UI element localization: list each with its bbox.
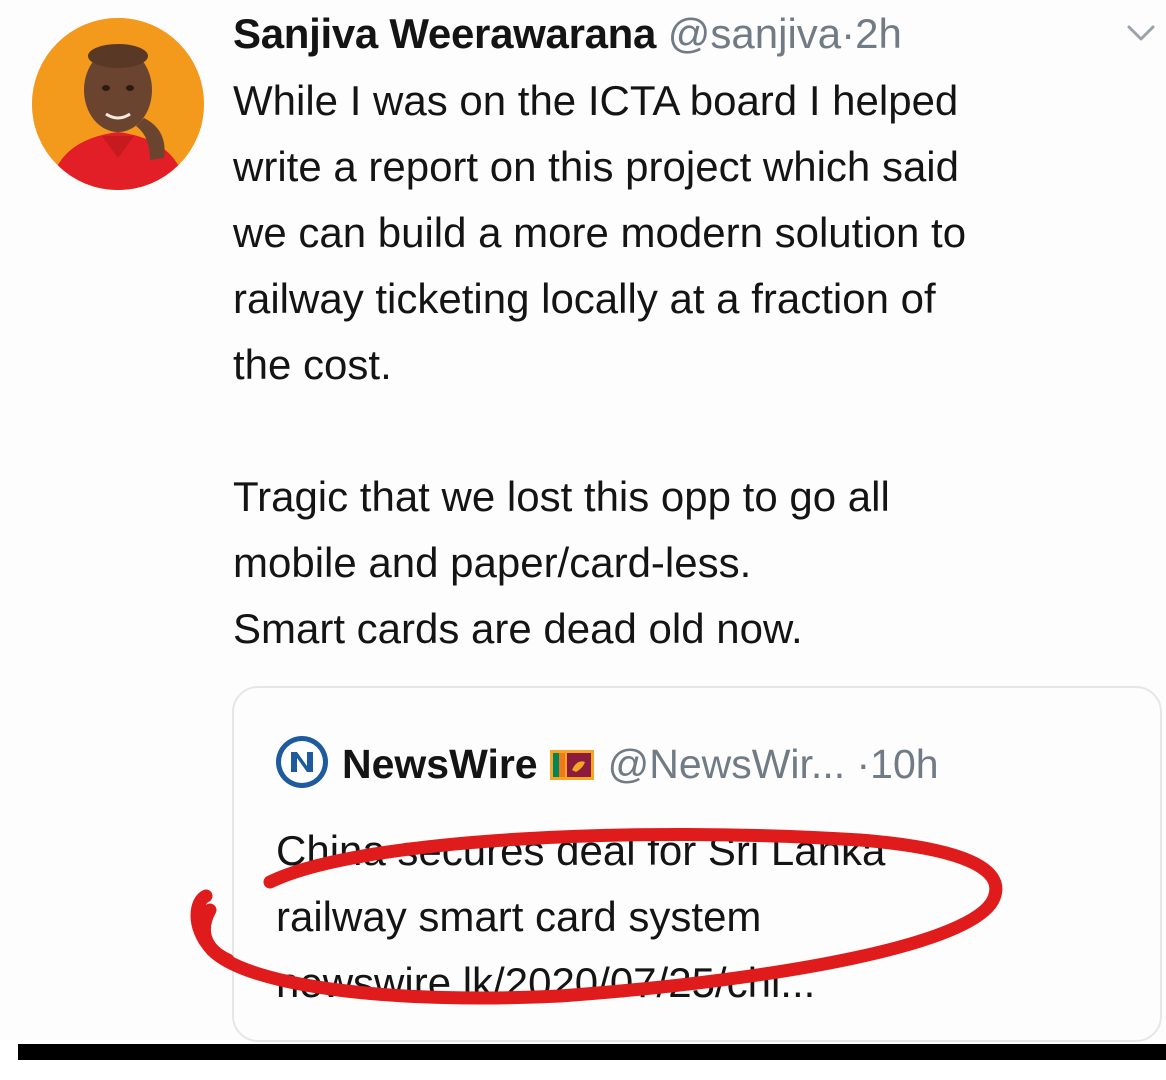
quoted-author-handle[interactable]: @NewsWir... bbox=[608, 741, 846, 787]
author-avatar[interactable] bbox=[32, 18, 204, 190]
quoted-text-line: railway smart card system bbox=[276, 893, 762, 940]
tweet-text-line: While I was on the ICTA board I helped bbox=[233, 77, 959, 124]
tweet-text-line: mobile and paper/card-less. bbox=[233, 539, 752, 586]
tweet-text-line: Tragic that we lost this opp to go all bbox=[233, 473, 890, 520]
newswire-logo-icon[interactable] bbox=[276, 736, 328, 788]
tweet-text-line: write a report on this project which sai… bbox=[233, 143, 959, 190]
tweet-text-line: the cost. bbox=[233, 341, 392, 388]
quoted-text-line: China secures deal for Sri Lanka bbox=[276, 827, 886, 874]
tweet-text-line: we can build a more modern solution to bbox=[233, 209, 967, 256]
quoted-tweet-text: China secures deal for Sri Lanka railway… bbox=[276, 818, 1136, 1016]
quoted-author-name[interactable]: NewsWire bbox=[342, 741, 538, 787]
tweet-text-line: Smart cards are dead old now. bbox=[233, 605, 803, 652]
tweet-text-line: railway ticketing locally at a fraction … bbox=[233, 275, 936, 322]
quoted-link[interactable]: newswire.lk/2020/07/25/chi... bbox=[276, 950, 1136, 1016]
author-handle[interactable]: @sanjiva bbox=[668, 10, 841, 57]
author-name[interactable]: Sanjiva Weerawarana bbox=[233, 10, 656, 57]
bottom-divider bbox=[18, 1044, 1166, 1060]
sri-lanka-flag-icon bbox=[549, 740, 594, 792]
tweet-time[interactable]: 2h bbox=[855, 10, 902, 57]
quoted-tweet-time[interactable]: 10h bbox=[870, 741, 938, 787]
separator-dot: · bbox=[856, 741, 871, 787]
tweet-text: While I was on the ICTA board I helped w… bbox=[233, 68, 1158, 662]
chevron-down-icon[interactable] bbox=[1124, 16, 1158, 50]
tweet-header: Sanjiva Weerawarana @sanjiva·2h bbox=[233, 8, 902, 60]
tweet-card[interactable]: Sanjiva Weerawarana @sanjiva·2h While I … bbox=[0, 0, 1166, 1042]
separator-dot: · bbox=[841, 10, 856, 57]
quoted-tweet[interactable]: NewsWire @NewsWir... ·10h China secures … bbox=[232, 686, 1162, 1042]
quoted-tweet-header: NewsWire @NewsWir... ·10h bbox=[276, 736, 939, 788]
